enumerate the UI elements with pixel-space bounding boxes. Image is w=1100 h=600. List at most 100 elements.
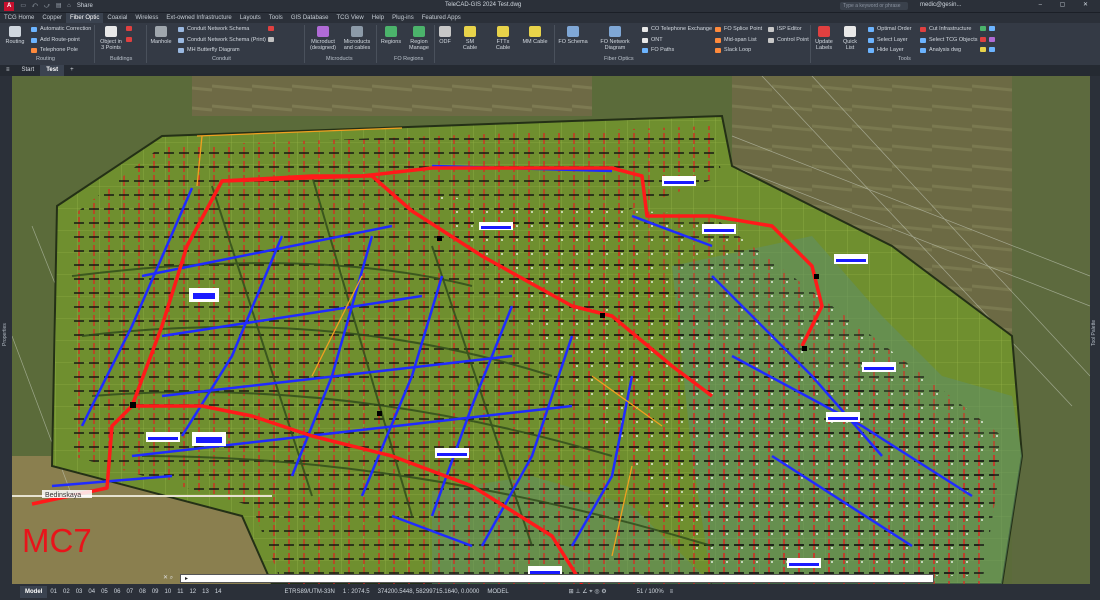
co-telephone-exchange-button[interactable]: CO Telephone Exchange: [642, 26, 712, 32]
routing-button[interactable]: Routing: [4, 26, 26, 45]
region-manage-icon: [413, 26, 425, 37]
mid-span-list-button[interactable]: Mid-span List: [715, 37, 757, 43]
layout-tab-09[interactable]: 09: [149, 589, 162, 595]
tool-palette-label: Tool Palette: [1091, 319, 1097, 346]
slack-loop-button[interactable]: Slack Loop: [715, 47, 751, 53]
add-route-point-button[interactable]: Add Route-point: [31, 37, 80, 43]
layout-tab-07[interactable]: 07: [123, 589, 136, 595]
select-layer-button[interactable]: Select Layer: [868, 37, 908, 43]
status-toggles[interactable]: ⊞ ⊥ ∠ ⌖ ◎ ⚙: [569, 588, 607, 596]
control-point-button[interactable]: Control Point: [768, 37, 809, 43]
label: FO Schema: [558, 39, 588, 45]
odf-button[interactable]: ODF: [436, 26, 454, 45]
automatic-correction-button[interactable]: Automatic Correction: [31, 26, 91, 32]
quick-access-toolbar[interactable]: ▭ ⤺ ⤻ ▤ ⌂: [20, 2, 72, 10]
ribbon-tab-tcg-home[interactable]: TCG Home: [0, 13, 38, 23]
window-controls[interactable]: – ▢ ✕: [1039, 1, 1096, 8]
ribbon-tab-wireless[interactable]: Wireless: [131, 13, 162, 23]
select-tcg-objects-button[interactable]: Select TCG Objects: [920, 37, 978, 43]
tool-palette-panel[interactable]: Tool Palette: [1090, 76, 1100, 584]
mh-butterfly-diagram-button[interactable]: MH Butterfly Diagram: [178, 47, 240, 53]
ribbon-tab-gis-database[interactable]: GIS Database: [287, 13, 333, 23]
update-labels-button[interactable]: Update Labels: [813, 26, 835, 51]
manhole-button[interactable]: Manhole: [150, 26, 172, 45]
microducts-and-cables-button[interactable]: Microducts and cables: [342, 26, 372, 51]
ribbon-tab-coaxial[interactable]: Coaxial: [103, 13, 131, 23]
ribbon-tab-fiber-optic[interactable]: Fiber Optic: [66, 13, 104, 23]
doc-tab-test[interactable]: Test: [40, 65, 65, 76]
conduit-tool-a[interactable]: [268, 26, 277, 31]
new-tab-button[interactable]: +: [64, 65, 80, 76]
conduit-network-schema-print-button[interactable]: Conduit Network Schema (Print): [178, 37, 266, 43]
layout-tab-10[interactable]: 10: [162, 589, 175, 595]
layout-tab-12[interactable]: 12: [186, 589, 199, 595]
conduit-tool-b[interactable]: [268, 37, 277, 42]
fo-splice-point-button[interactable]: FO Splice Point: [715, 26, 762, 32]
layout-tab-11[interactable]: 11: [174, 589, 186, 595]
fo-schema-button[interactable]: FO Schema: [558, 26, 588, 45]
tool-extra-c[interactable]: [980, 47, 998, 52]
ribbon-tab-featured-apps[interactable]: Featured Apps: [418, 13, 465, 23]
optimal-order-button[interactable]: Optimal Order: [868, 26, 912, 32]
layout-tab-01[interactable]: 01: [47, 589, 60, 595]
tool-extra-b[interactable]: [980, 37, 998, 42]
crs-indicator[interactable]: ETRS89/UTM-33N: [285, 589, 335, 595]
ont-button[interactable]: ONT: [642, 37, 663, 43]
drawing-canvas[interactable]: Bedinskaya MC7: [12, 76, 1090, 584]
model-tab[interactable]: Model: [20, 586, 48, 598]
ribbon-tab-copper[interactable]: Copper: [38, 13, 66, 23]
ribbon-tab-ext-owned-infrastructure[interactable]: Ext-owned Infrastructure: [162, 13, 235, 23]
layout-tab-05[interactable]: 05: [98, 589, 111, 595]
cut-infrastructure-button[interactable]: Cut Infrastructure: [920, 26, 972, 32]
fttx-cable-button[interactable]: FTTx Cable: [490, 26, 516, 51]
model-space-indicator[interactable]: MODEL: [487, 589, 508, 595]
ribbon-tab-plug-ins[interactable]: Plug-ins: [388, 13, 418, 23]
fo-network-diagram-button[interactable]: FO Network Diagram: [598, 26, 632, 51]
properties-panel[interactable]: Properties: [0, 76, 12, 584]
ribbon-tab-tcg-view[interactable]: TCG View: [333, 13, 368, 23]
building-tool-a[interactable]: [126, 26, 135, 31]
menu-icon[interactable]: ≡: [0, 65, 16, 76]
isp-editor-button[interactable]: ISP Editor: [768, 26, 802, 32]
share-button[interactable]: Share: [77, 3, 93, 9]
region-manage-button[interactable]: Region Manage: [406, 26, 432, 51]
microduct-designed-button[interactable]: Microduct (designed): [308, 26, 338, 51]
label: Automatic Correction: [40, 26, 92, 32]
label: Analysis dwg: [929, 47, 962, 53]
layout-tab-08[interactable]: 08: [136, 589, 149, 595]
ribbon-tab-tools[interactable]: Tools: [265, 13, 287, 23]
app-logo[interactable]: A: [4, 1, 15, 11]
regions-button[interactable]: Regions: [380, 26, 402, 45]
ribbon-tab-help[interactable]: Help: [368, 13, 388, 23]
fo-paths-button[interactable]: FO Paths: [642, 47, 674, 53]
object-in-3-points-button[interactable]: Object in 3 Points: [98, 26, 124, 51]
layout-tab-04[interactable]: 04: [85, 589, 98, 595]
tool-icon: [980, 26, 986, 31]
mm-cable-button[interactable]: MM Cable: [522, 26, 548, 45]
conduit-network-schema-button[interactable]: Conduit Network Schema: [178, 26, 249, 32]
user-account[interactable]: medic@gesin...: [920, 2, 961, 8]
telephone-pole-button[interactable]: Telephone Pole: [31, 47, 78, 53]
pole-icon: [31, 47, 37, 53]
hide-layer-button[interactable]: Hide Layer: [868, 47, 904, 53]
layout-tab-14[interactable]: 14: [212, 589, 225, 595]
menu-icon[interactable]: ≡: [670, 589, 674, 595]
ribbon-tab-layouts[interactable]: Layouts: [236, 13, 265, 23]
zoom-indicator[interactable]: 51 / 100%: [637, 589, 664, 595]
command-line-input[interactable]: ▸: [180, 574, 934, 583]
doc-tab-start[interactable]: Start: [16, 65, 41, 76]
scale-indicator[interactable]: 1 : 2074.5: [343, 589, 370, 595]
sm-cable-button[interactable]: SM Cable: [458, 26, 482, 51]
tool-extra-a[interactable]: [980, 26, 998, 31]
layout-tab-03[interactable]: 03: [73, 589, 86, 595]
building-tool-b[interactable]: [126, 37, 135, 42]
quick-list-button[interactable]: Quick List: [838, 26, 862, 51]
layer-icon: [868, 37, 874, 43]
analysis-dwg-button[interactable]: Analysis dwg: [920, 47, 961, 53]
tool-icon: [126, 37, 132, 42]
command-line-icons[interactable]: ✕ ⌕: [163, 574, 173, 582]
search-input[interactable]: Type a keyword or phrase: [840, 2, 908, 10]
layout-tab-06[interactable]: 06: [111, 589, 124, 595]
layout-tab-02[interactable]: 02: [60, 589, 73, 595]
layout-tab-13[interactable]: 13: [199, 589, 212, 595]
